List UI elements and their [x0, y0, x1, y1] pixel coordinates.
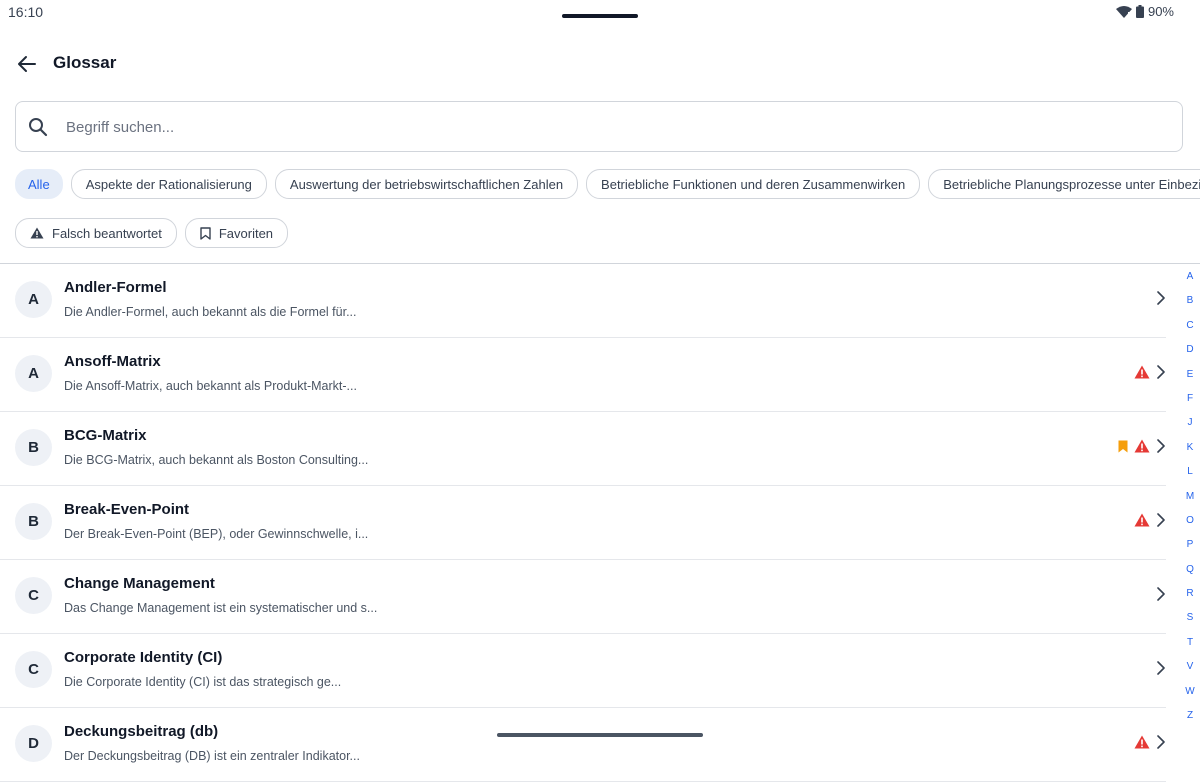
arrow-left-icon — [18, 56, 36, 72]
item-title: Break-Even-Point — [64, 501, 190, 518]
chip-betriebliche-funktionen[interactable]: Betriebliche Funktionen und deren Zusamm… — [586, 169, 921, 199]
chip-falsch-beantwortet[interactable]: Falsch beantwortet — [15, 218, 177, 248]
item-title: Ansoff-Matrix — [64, 353, 161, 370]
warning-icon — [1134, 365, 1150, 379]
item-icons — [1134, 513, 1166, 527]
list-item[interactable]: A Andler-Formel Die Andler-Formel, auch … — [0, 264, 1166, 338]
alpha-letter-v[interactable]: V — [1180, 658, 1200, 682]
item-description: Die Corporate Identity (CI) ist das stra… — [64, 675, 342, 689]
alpha-letter-j[interactable]: J — [1180, 414, 1200, 438]
bookmark-icon — [1118, 440, 1128, 452]
camera-pill — [562, 14, 638, 18]
page-title: Glossar — [53, 53, 117, 72]
item-description: Das Change Management ist ein systematis… — [64, 601, 378, 615]
item-icons — [1134, 365, 1166, 379]
alpha-letter-w[interactable]: W — [1180, 683, 1200, 707]
item-title: Deckungsbeitrag (db) — [64, 723, 219, 740]
item-description: Der Deckungsbeitrag (DB) ist ein zentral… — [64, 749, 360, 763]
item-icons — [1134, 735, 1166, 749]
chip-auswertung[interactable]: Auswertung der betriebswirtschaftlichen … — [274, 169, 579, 199]
status-bar: 16:10 90% — [0, 0, 1200, 24]
alpha-letter-e[interactable]: E — [1180, 366, 1200, 390]
chevron-right-icon — [1157, 587, 1165, 601]
item-icons — [1156, 587, 1166, 601]
alpha-letter-t[interactable]: T — [1180, 634, 1200, 658]
chip-falsch-label: Falsch beantwortet — [52, 225, 162, 241]
avatar: C — [15, 651, 52, 688]
search-input[interactable] — [64, 103, 1168, 152]
avatar: B — [15, 429, 52, 466]
bookmark-outline-icon — [200, 226, 211, 240]
item-title: BCG-Matrix — [64, 427, 147, 444]
alpha-letter-k[interactable]: K — [1180, 439, 1200, 463]
chip-favoriten-label: Favoriten — [218, 225, 274, 241]
avatar: A — [15, 281, 52, 318]
glossary-list: A Andler-Formel Die Andler-Formel, auch … — [0, 264, 1166, 782]
list-item[interactable]: C Corporate Identity (CI) Die Corporate … — [0, 634, 1166, 708]
item-icons — [1156, 661, 1166, 675]
chip-rationalisierung[interactable]: Aspekte der Rationalisierung — [70, 169, 267, 199]
warning-icon — [1134, 439, 1150, 453]
alpha-letter-p[interactable]: P — [1180, 536, 1200, 560]
status-indicators: 90% — [1115, 4, 1174, 19]
item-title: Andler-Formel — [64, 279, 167, 296]
list-item[interactable]: D Deckungsbeitrag (db) Der Deckungsbeitr… — [0, 708, 1166, 782]
avatar: B — [15, 503, 52, 540]
chevron-right-icon — [1157, 661, 1165, 675]
avatar: A — [15, 355, 52, 392]
list-item[interactable]: B BCG-Matrix Die BCG-Matrix, auch bekann… — [0, 412, 1166, 486]
search-icon — [28, 117, 48, 142]
avatar: C — [15, 577, 52, 614]
item-icons — [1156, 291, 1166, 305]
back-button[interactable] — [14, 52, 40, 76]
item-icons — [1118, 439, 1166, 453]
chevron-right-icon — [1157, 513, 1165, 527]
alpha-letter-d[interactable]: D — [1180, 341, 1200, 365]
alpha-letter-l[interactable]: L — [1180, 463, 1200, 487]
item-title: Change Management — [64, 575, 215, 592]
item-description: Die Andler-Formel, auch bekannt als die … — [64, 305, 357, 319]
search-box[interactable] — [15, 101, 1183, 152]
list-item[interactable]: A Ansoff-Matrix Die Ansoff-Matrix, auch … — [0, 338, 1166, 412]
item-description: Der Break-Even-Point (BEP), oder Gewinns… — [64, 527, 369, 541]
warning-icon — [1134, 513, 1150, 527]
chevron-right-icon — [1157, 291, 1165, 305]
warning-icon — [30, 227, 44, 239]
alpha-letter-o[interactable]: O — [1180, 512, 1200, 536]
item-description: Die BCG-Matrix, auch bekannt als Boston … — [64, 453, 369, 467]
wifi-icon — [1115, 5, 1132, 18]
alphabet-index: A B C D E F J K L M O P Q R S T V W Z — [1180, 268, 1200, 731]
alpha-letter-m[interactable]: M — [1180, 488, 1200, 512]
alpha-letter-a[interactable]: A — [1180, 268, 1200, 292]
app-header: Glossar — [0, 44, 1200, 84]
alpha-letter-q[interactable]: Q — [1180, 561, 1200, 585]
item-description: Die Ansoff-Matrix, auch bekannt als Prod… — [64, 379, 357, 393]
alpha-letter-f[interactable]: F — [1180, 390, 1200, 414]
alpha-letter-r[interactable]: R — [1180, 585, 1200, 609]
avatar: D — [15, 725, 52, 762]
battery-icon — [1135, 5, 1144, 18]
chevron-right-icon — [1157, 439, 1165, 453]
alpha-letter-b[interactable]: B — [1180, 292, 1200, 316]
home-indicator[interactable] — [497, 733, 703, 737]
alpha-letter-c[interactable]: C — [1180, 317, 1200, 341]
status-time: 16:10 — [8, 4, 44, 20]
chevron-right-icon — [1157, 735, 1165, 749]
list-item[interactable]: C Change Management Das Change Managemen… — [0, 560, 1166, 634]
chip-favoriten[interactable]: Favoriten — [184, 218, 289, 248]
warning-icon — [1134, 735, 1150, 749]
category-filter-row: Alle Aspekte der Rationalisierung Auswertu… — [15, 169, 1200, 199]
chip-all[interactable]: Alle — [15, 169, 63, 199]
battery-level: 90% — [1147, 4, 1174, 19]
alpha-letter-s[interactable]: S — [1180, 609, 1200, 633]
status-filter-row: Falsch beantwortet Favoriten — [15, 218, 1200, 248]
alpha-letter-z[interactable]: Z — [1180, 707, 1200, 731]
chip-planungsprozesse[interactable]: Betriebliche Planungsprozesse unter Einb… — [928, 169, 1200, 199]
item-title: Corporate Identity (CI) — [64, 649, 223, 666]
chevron-right-icon — [1157, 365, 1165, 379]
list-item[interactable]: B Break-Even-Point Der Break-Even-Point … — [0, 486, 1166, 560]
